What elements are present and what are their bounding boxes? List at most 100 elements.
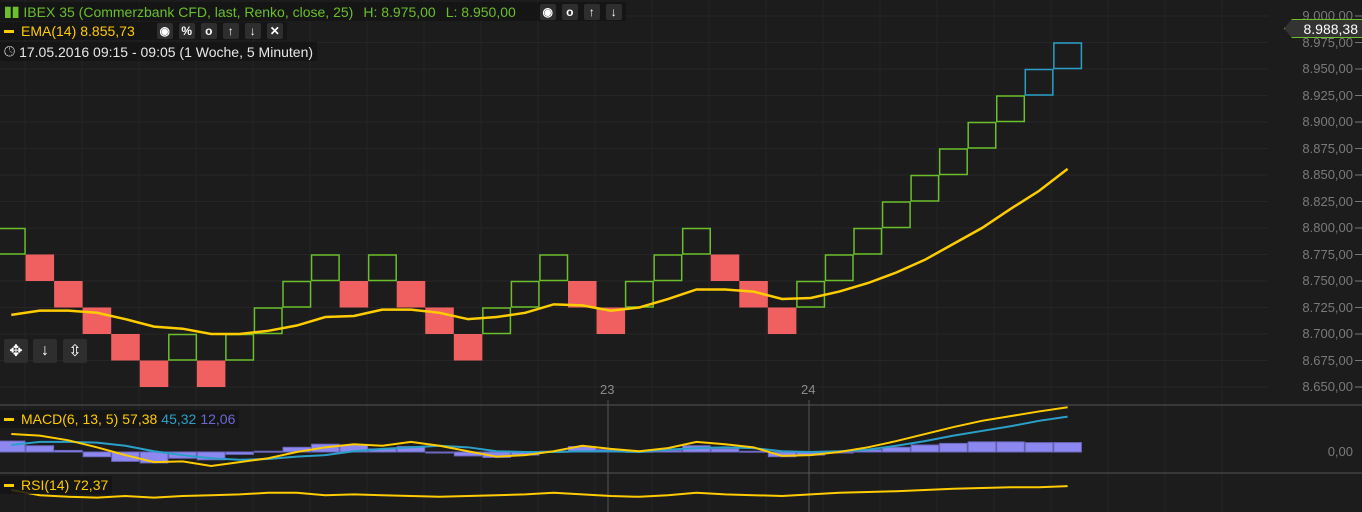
macd-histogram-bar bbox=[425, 451, 454, 454]
price-axis-label: 8.900,00 bbox=[1302, 114, 1353, 129]
ema-value: 8.855,73 bbox=[80, 23, 135, 39]
renko-brick-down bbox=[111, 334, 140, 361]
instrument-label: IBEX 35 (Commerzbank CFD, last, Renko, c… bbox=[23, 3, 354, 20]
eye-icon[interactable]: ◉ bbox=[156, 23, 173, 39]
collapse-icon[interactable]: ⇳ bbox=[63, 339, 87, 363]
macd-legend: MACD(6, 13, 5) 57,38 45,32 12,06 bbox=[0, 410, 240, 428]
renko-brick-up bbox=[653, 254, 683, 282]
macd-histogram-bar bbox=[1053, 442, 1082, 453]
macd-histogram-bar bbox=[739, 450, 768, 453]
renko-brick-up bbox=[367, 254, 397, 282]
renko-brick-up bbox=[910, 174, 940, 202]
hist-value: 12,06 bbox=[200, 411, 236, 427]
signal-value: 45,32 bbox=[161, 411, 197, 427]
renko-brick-down bbox=[25, 254, 55, 281]
renko-brick-up bbox=[853, 227, 883, 255]
circle-icon[interactable]: o bbox=[561, 3, 578, 20]
price-axis-label: 8.800,00 bbox=[1302, 220, 1353, 235]
price-axis-label: 8.675,00 bbox=[1302, 352, 1353, 368]
renko-brick-current bbox=[1024, 68, 1054, 96]
price-axis-label: 8.775,00 bbox=[1302, 246, 1353, 262]
arrow-up-icon[interactable]: ↑ bbox=[583, 3, 600, 20]
arrow-down-icon[interactable]: ↓ bbox=[33, 339, 57, 363]
macd-histogram-bar bbox=[1024, 442, 1054, 453]
arrow-up-icon[interactable]: ↑ bbox=[222, 23, 239, 39]
rsi-color-swatch bbox=[4, 483, 14, 487]
macd-histogram-bar bbox=[910, 444, 940, 453]
renko-brick-up bbox=[681, 227, 712, 255]
circle-icon[interactable]: o bbox=[200, 23, 217, 39]
renko-brick-down bbox=[139, 360, 169, 387]
renko-brick-up bbox=[510, 280, 540, 308]
renko-brick-down bbox=[568, 281, 597, 308]
price-axis-label: 8.750,00 bbox=[1302, 273, 1353, 288]
renko-brick-up bbox=[539, 254, 569, 282]
macd-histogram-bar bbox=[54, 449, 83, 453]
current-price: 8.988,38 bbox=[1303, 21, 1359, 37]
macd-histogram-bar bbox=[253, 450, 283, 453]
renko-brick-up bbox=[225, 333, 255, 361]
rsi-label: RSI(14) bbox=[21, 477, 70, 493]
renko-brick-up bbox=[996, 95, 1026, 123]
renko-brick-up bbox=[168, 333, 198, 361]
renko-brick-up bbox=[796, 280, 826, 308]
macd-color-swatch bbox=[4, 417, 14, 421]
renko-brick-up bbox=[310, 254, 340, 282]
instrument-legend: ▮▮ IBEX 35 (Commerzbank CFD, last, Renko… bbox=[0, 2, 626, 21]
renko-brick-up bbox=[482, 307, 512, 335]
macd-histogram-bar bbox=[996, 441, 1025, 453]
macd-histogram-bar bbox=[82, 451, 112, 458]
renko-brick-current bbox=[1053, 42, 1083, 70]
renko-brick-down bbox=[710, 254, 740, 281]
macd-histogram-bar bbox=[967, 441, 997, 453]
link-icon[interactable]: % bbox=[178, 23, 195, 39]
price-axis-label: 8.850,00 bbox=[1302, 167, 1353, 182]
rsi-value: 72,37 bbox=[73, 477, 109, 493]
time-label-23: 23 bbox=[600, 382, 615, 397]
renko-brick-down bbox=[54, 281, 83, 308]
chart-canvas[interactable] bbox=[0, 0, 1362, 512]
move-icon[interactable]: ✥ bbox=[4, 339, 28, 363]
clock-icon: 🕓︎ bbox=[4, 43, 16, 59]
renko-brick-up bbox=[0, 227, 26, 255]
price-axis-label: 8.925,00 bbox=[1302, 87, 1353, 103]
time-label-24: 24 bbox=[801, 382, 816, 397]
price-axis-label: 8.725,00 bbox=[1302, 299, 1353, 315]
renko-brick-down bbox=[339, 281, 369, 308]
macd-histogram-bar bbox=[225, 451, 254, 455]
renko-brick-down bbox=[396, 281, 426, 308]
low-label: L: 8.950,00 bbox=[445, 3, 516, 20]
renko-brick-up bbox=[967, 121, 997, 149]
renko-brick-up bbox=[282, 280, 312, 308]
ema-legend: EMA(14) 8.855,73 ◉ % o ↑ ↓ ✕ bbox=[0, 22, 287, 40]
renko-brick-up bbox=[824, 254, 854, 282]
price-axis-label: 8.825,00 bbox=[1302, 193, 1353, 209]
macd-zero-label: 0,00 bbox=[1327, 444, 1353, 459]
rsi-legend: RSI(14) 72,37 bbox=[0, 476, 113, 494]
macd-histogram-bar bbox=[939, 442, 968, 453]
close-icon[interactable]: ✕ bbox=[266, 23, 283, 39]
renko-brick-up bbox=[624, 280, 654, 308]
macd-histogram-bar bbox=[0, 440, 26, 453]
macd-histogram-bar bbox=[710, 448, 740, 453]
price-axis-label: 8.875,00 bbox=[1302, 140, 1353, 156]
ema-label: EMA(14) bbox=[21, 23, 77, 39]
ema-line bbox=[11, 167, 1069, 336]
eye-icon[interactable]: ◉ bbox=[539, 3, 556, 20]
price-axis-label: 8.700,00 bbox=[1302, 326, 1353, 341]
ema-color-swatch bbox=[4, 29, 14, 33]
macd-value: 57,38 bbox=[122, 411, 158, 427]
renko-brick-up bbox=[938, 148, 968, 176]
macd-histogram-bar bbox=[25, 445, 55, 453]
arrow-down-icon[interactable]: ↓ bbox=[605, 3, 622, 20]
rsi-line bbox=[11, 485, 1068, 499]
price-axis-label: 8.650,00 bbox=[1302, 379, 1353, 394]
price-axis-label: 8.950,00 bbox=[1302, 61, 1353, 76]
arrow-down-icon[interactable]: ↓ bbox=[244, 23, 261, 39]
high-label: H: 8.975,00 bbox=[363, 3, 436, 20]
time-range-legend: 🕓︎ 17.05.2016 09:15 - 09:05 (1 Woche, 5 … bbox=[0, 42, 318, 61]
current-price-badge: 8.988,38 bbox=[1284, 19, 1362, 38]
renko-icon: ▮▮ bbox=[4, 3, 20, 19]
renko-brick-down bbox=[196, 360, 226, 387]
time-range: 17.05.2016 09:15 - 09:05 (1 Woche, 5 Min… bbox=[19, 43, 314, 60]
